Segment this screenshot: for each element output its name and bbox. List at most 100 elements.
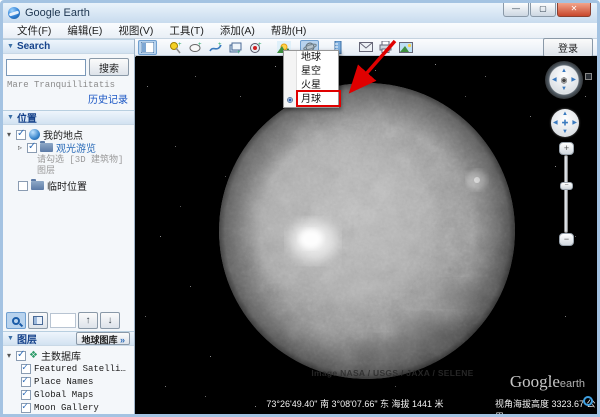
panes-icon bbox=[33, 316, 43, 325]
zoom-handle[interactable]: − bbox=[560, 182, 573, 190]
look-down-arrow-icon[interactable]: ▼ bbox=[561, 86, 567, 92]
tree-row-layer[interactable]: Moon Gallery bbox=[21, 401, 134, 414]
layers-tree: ▾ ❖ 主数据库 Featured Satelli… Place Names G… bbox=[3, 346, 134, 414]
title-bar: Google Earth — ▢ ✕ bbox=[3, 3, 597, 23]
layer-label[interactable]: Moon Gallery bbox=[34, 403, 99, 413]
move-joystick[interactable]: ▲ ▼ ◀ ▶ ✚ bbox=[551, 109, 579, 137]
tree-row-tour[interactable]: ▹ 观光游览 bbox=[18, 140, 134, 156]
search-panel-header[interactable]: ▼ Search bbox=[3, 39, 134, 54]
add-polygon-button[interactable]: + bbox=[186, 40, 205, 55]
record-tour-button[interactable]: + bbox=[246, 40, 265, 55]
layer-checkbox[interactable] bbox=[21, 401, 31, 413]
places-footer-toolbar: ↑ ↓ bbox=[3, 310, 134, 331]
look-up-arrow-icon[interactable]: ▲ bbox=[561, 68, 567, 74]
my-places-checkbox[interactable] bbox=[16, 128, 26, 140]
earth-gallery-button[interactable]: 地球图库 » bbox=[76, 332, 130, 345]
folder-icon bbox=[31, 179, 44, 190]
maximize-button[interactable]: ▢ bbox=[530, 3, 556, 17]
polygon-icon: + bbox=[189, 42, 202, 52]
layer-label[interactable]: Featured Satelli… bbox=[34, 364, 126, 374]
menu-item-earth[interactable]: 地球 bbox=[284, 51, 338, 65]
window-title: Google Earth bbox=[25, 7, 90, 19]
earth-viewport[interactable]: Image NASA / USGS / JAXA / SELENE Google… bbox=[135, 56, 597, 414]
menu-item-sky[interactable]: 星空 bbox=[284, 65, 338, 79]
tree-row-temporary[interactable]: 临时位置 bbox=[18, 178, 134, 193]
status-coordinates: 73°26'49.40" 南 3°08'07.66" 东 海拔 1441 米 bbox=[266, 399, 444, 409]
move-up-button[interactable]: ↑ bbox=[78, 312, 98, 329]
status-bar: 73°26'49.40" 南 3°08'07.66" 东 海拔 1441 米 视… bbox=[135, 396, 597, 414]
menu-bar: 文件(F) 编辑(E) 视图(V) 工具(T) 添加(A) 帮助(H) bbox=[3, 23, 597, 39]
look-joystick[interactable]: ▲ ▼ ◀ ▶ ◉ bbox=[545, 61, 583, 99]
primary-db-label[interactable]: 主数据库 bbox=[41, 348, 81, 363]
menu-add[interactable]: 添加(A) bbox=[212, 23, 263, 38]
down-arrow-icon: ↓ bbox=[107, 314, 113, 326]
move-up-arrow-icon[interactable]: ▲ bbox=[562, 111, 568, 117]
expander-icon[interactable]: ▹ bbox=[18, 143, 27, 152]
temporary-checkbox[interactable] bbox=[18, 180, 28, 191]
search-input[interactable] bbox=[6, 58, 86, 76]
zoom-out-button[interactable]: − bbox=[559, 233, 574, 246]
svg-text:+: + bbox=[178, 42, 182, 48]
expander-icon[interactable]: ▾ bbox=[7, 351, 16, 360]
layer-checkbox[interactable] bbox=[21, 375, 31, 387]
panes-view-button[interactable] bbox=[28, 312, 48, 329]
look-left-arrow-icon[interactable]: ◀ bbox=[552, 77, 557, 83]
globe-icon bbox=[29, 129, 40, 140]
move-left-arrow-icon[interactable]: ◀ bbox=[553, 120, 558, 126]
layer-checkbox[interactable] bbox=[21, 362, 31, 374]
image-overlay-icon: + bbox=[229, 42, 242, 54]
menu-view[interactable]: 视图(V) bbox=[110, 23, 161, 38]
up-arrow-icon: ↑ bbox=[85, 314, 91, 326]
places-panel-title: 位置 bbox=[16, 114, 37, 125]
search-history-link[interactable]: 历史记录 bbox=[3, 90, 134, 110]
search-button[interactable]: 搜索 bbox=[89, 58, 129, 76]
add-path-button[interactable]: + bbox=[206, 40, 225, 55]
add-image-overlay-button[interactable]: + bbox=[226, 40, 245, 55]
tree-row-layer[interactable]: Featured Satelli… bbox=[21, 362, 134, 375]
tour-label[interactable]: 观光游览 bbox=[56, 140, 96, 155]
temporary-label[interactable]: 临时位置 bbox=[47, 178, 87, 193]
expander-icon[interactable]: ▾ bbox=[7, 130, 16, 139]
menu-tools[interactable]: 工具(T) bbox=[161, 23, 211, 38]
imagery-attribution: Image NASA / USGS / JAXA / SELENE bbox=[311, 368, 474, 378]
email-button[interactable] bbox=[356, 40, 375, 55]
places-filter-box[interactable] bbox=[50, 313, 76, 328]
menu-file[interactable]: 文件(F) bbox=[9, 23, 59, 38]
tree-row-primary-db[interactable]: ▾ ❖ 主数据库 bbox=[7, 348, 134, 364]
toggle-sidebar-button[interactable] bbox=[138, 39, 157, 55]
eye-icon: ◉ bbox=[560, 75, 568, 85]
look-right-arrow-icon[interactable]: ▶ bbox=[571, 77, 576, 83]
primary-db-checkbox[interactable] bbox=[16, 349, 26, 361]
search-in-places-button[interactable] bbox=[6, 312, 26, 329]
collapse-triangle-icon: ▼ bbox=[7, 43, 14, 50]
move-down-button[interactable]: ↓ bbox=[100, 312, 120, 329]
layers-panel-header[interactable]: ▼ 图层 地球图库 » bbox=[3, 331, 134, 346]
close-button[interactable]: ✕ bbox=[557, 3, 591, 17]
add-placemark-button[interactable]: + bbox=[166, 40, 185, 55]
zoom-slider[interactable]: + − − bbox=[559, 142, 574, 246]
minimize-button[interactable]: — bbox=[503, 3, 529, 17]
tree-row-layer[interactable]: Place Names bbox=[21, 375, 134, 388]
tour-checkbox[interactable] bbox=[27, 141, 37, 153]
google-earth-logo: Googleearth bbox=[509, 372, 585, 391]
compass-reset-button[interactable] bbox=[585, 73, 592, 80]
zoom-in-button[interactable]: + bbox=[559, 142, 574, 155]
move-down-arrow-icon[interactable]: ▼ bbox=[562, 129, 568, 135]
move-right-arrow-icon[interactable]: ▶ bbox=[572, 120, 577, 126]
status-eye-altitude: 视角海拔高度 3323.67 公里 bbox=[495, 399, 596, 414]
layer-checkbox[interactable] bbox=[21, 388, 31, 400]
save-image-button[interactable] bbox=[396, 40, 415, 55]
layer-label[interactable]: Place Names bbox=[34, 377, 93, 387]
streaming-indicator-icon bbox=[583, 396, 593, 406]
printer-icon bbox=[379, 41, 392, 53]
menu-edit[interactable]: 编辑(E) bbox=[59, 23, 110, 38]
tree-row-layer[interactable]: Global Maps bbox=[21, 388, 134, 401]
places-panel-header[interactable]: ▼ 位置 bbox=[3, 110, 134, 125]
print-button[interactable] bbox=[376, 40, 395, 55]
moon-globe[interactable] bbox=[217, 81, 517, 381]
zoom-track[interactable] bbox=[564, 155, 568, 233]
layers-panel-title: 图层 bbox=[16, 335, 37, 346]
menu-help[interactable]: 帮助(H) bbox=[263, 23, 315, 38]
layer-label[interactable]: Global Maps bbox=[34, 390, 93, 400]
sign-in-button[interactable]: 登录 bbox=[543, 37, 593, 57]
